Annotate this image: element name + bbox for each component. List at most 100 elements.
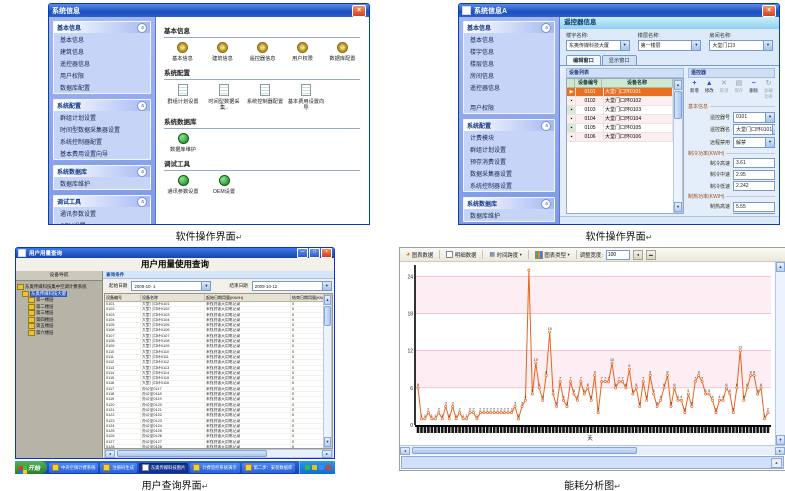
sidebar-item[interactable]: 时间型数据采集器设置: [54, 123, 150, 135]
shortcut-item[interactable]: 时间型数据采集..: [205, 84, 243, 112]
reset-width-button[interactable]: ▬: [646, 250, 656, 260]
时间跨度-button[interactable]: ▦时间跨度▾: [486, 249, 525, 261]
图表类型-button[interactable]: 图表类型▾: [532, 249, 573, 261]
start-date-select[interactable]: 2009-10- 1▾: [131, 281, 211, 291]
sidebar-item[interactable]: 遥控器信息: [464, 81, 554, 93]
shortcut-item[interactable]: 系统控制器配置: [246, 84, 284, 112]
field-select[interactable]: 东奥传媒科技大厦▾: [566, 40, 630, 51]
field-select[interactable]: 第一楼层▾: [638, 40, 702, 51]
sidebar-item[interactable]: 建筑信息: [54, 45, 150, 57]
chevron-up-icon[interactable]: «: [541, 199, 551, 209]
title-bar[interactable]: 系统信息 ×: [49, 4, 369, 17]
sidebar-group-header[interactable]: 基本信息«: [464, 22, 554, 33]
taskbar-button[interactable]: 东奥传媒科技图片: [139, 463, 188, 473]
chevron-down-icon[interactable]: ▾: [765, 113, 774, 122]
scroll-right-icon[interactable]: ►: [322, 450, 332, 458]
shortcut-item[interactable]: 数据库维护: [164, 133, 202, 154]
chevron-down-icon[interactable]: ▾: [201, 282, 210, 290]
tab-显示窗口[interactable]: 显示窗口: [602, 55, 637, 65]
sidebar-item[interactable]: OEM设置: [54, 219, 150, 224]
scroll-down-icon[interactable]: ▼: [674, 202, 682, 212]
sidebar-group-header[interactable]: 系统数据库«: [464, 198, 554, 209]
tab-编辑窗口[interactable]: 编辑窗口: [566, 55, 601, 65]
apply-width-button[interactable]: ◄: [633, 250, 643, 260]
field-select[interactable]: 0101▾: [733, 112, 775, 123]
taskbar-button[interactable]: 第二步：安装数据库: [242, 463, 296, 473]
chevron-down-icon[interactable]: ▾: [322, 282, 331, 290]
scroll-up-icon[interactable]: ▲: [776, 262, 785, 272]
field-input[interactable]: 3.61: [733, 158, 775, 168]
sidebar-item[interactable]: 用户权限: [464, 101, 554, 113]
sidebar-item[interactable]: 数据库维护: [464, 209, 554, 221]
field-input[interactable]: 4.395: [733, 213, 775, 214]
修改-button[interactable]: ▲修改: [705, 80, 714, 94]
删除-button[interactable]: −删除: [749, 80, 758, 94]
sidebar-item[interactable]: 系统控制器配置: [54, 135, 150, 147]
start-button[interactable]: 开始: [15, 461, 47, 474]
shortcut-item[interactable]: OEM设置: [205, 175, 243, 196]
scroll-thumb[interactable]: [674, 91, 682, 119]
sidebar-item[interactable]: 楼层信息: [464, 57, 554, 69]
sidebar-item[interactable]: 通讯参数设置: [54, 207, 150, 219]
maximize-icon[interactable]: □: [309, 248, 320, 258]
blue-status-icon[interactable]: [319, 465, 324, 470]
chevron-down-icon[interactable]: ▾: [691, 41, 700, 50]
sidebar-item[interactable]: 数据库配置: [54, 81, 150, 93]
device-row[interactable]: ▪0102大堂门口环0102: [567, 97, 673, 106]
sidebar-item[interactable]: 数据采集器设置: [464, 167, 554, 179]
sidebar-item[interactable]: 数据库维护: [54, 177, 150, 189]
chevron-up-icon[interactable]: «: [541, 23, 551, 33]
scroll-down-icon[interactable]: ▼: [776, 435, 785, 445]
shortcut-item[interactable]: 建筑信息: [204, 42, 241, 63]
minimize-icon[interactable]: ─: [297, 248, 308, 258]
chevron-up-icon[interactable]: «: [137, 23, 147, 33]
red-status-icon[interactable]: [326, 465, 331, 470]
chevron-up-icon[interactable]: «: [541, 121, 551, 131]
明细数据-button[interactable]: 明细数据: [443, 249, 479, 261]
图表数据-button[interactable]: ◕图表数据: [403, 249, 436, 261]
table-hscrollbar[interactable]: ◄ ►: [104, 449, 333, 458]
sidebar-item[interactable]: 预存消费设置: [464, 155, 554, 167]
scroll-right-icon[interactable]: ►: [775, 447, 785, 455]
device-row[interactable]: ▪0106大堂门口环0106: [567, 133, 673, 142]
collapse-icon[interactable]: ▲: [771, 458, 782, 468]
shortcut-item[interactable]: 通讯参数设置: [164, 175, 202, 196]
sidebar-item[interactable]: 基本信息: [54, 33, 150, 45]
chevron-down-icon[interactable]: ▾: [772, 125, 775, 134]
table-row[interactable]: 0128办公室0128未找到该天用电记录0: [105, 445, 323, 448]
sidebar-item[interactable]: 基本信息: [464, 33, 554, 45]
end-date-select[interactable]: 2009-10-12▾: [252, 281, 332, 291]
device-grid-scrollbar[interactable]: ▲ ▼: [673, 79, 683, 213]
sidebar-item[interactable]: 基本费用设置向导: [54, 147, 150, 159]
field-input[interactable]: 5.55: [733, 202, 775, 212]
chevron-up-icon[interactable]: «: [137, 197, 147, 207]
scroll-thumb[interactable]: [324, 306, 331, 326]
scroll-up-icon[interactable]: ▲: [324, 295, 331, 305]
sidebar-group-header[interactable]: 系统数据库«: [54, 166, 150, 177]
chevron-down-icon[interactable]: ▾: [620, 41, 629, 50]
taskbar-button[interactable]: 注册码生成: [100, 463, 136, 473]
sidebar-item[interactable]: 遥控器信息: [54, 57, 150, 69]
field-input[interactable]: 2.242: [733, 181, 775, 191]
taskbar-button[interactable]: 中央空调计费系统: [49, 463, 98, 473]
chart-hscrollbar[interactable]: ◄ ►: [400, 445, 785, 455]
shortcut-item[interactable]: 群组计划设置: [164, 84, 202, 112]
width-input[interactable]: [606, 250, 630, 260]
shortcut-item[interactable]: 遥控器信息: [244, 42, 281, 63]
shortcut-item[interactable]: 用户权限: [284, 42, 321, 63]
sidebar-item[interactable]: 群组计划设置: [54, 111, 150, 123]
sidebar-item[interactable]: 用户权限: [54, 69, 150, 81]
field-select[interactable]: 解禁▾: [733, 137, 775, 148]
table-vscrollbar[interactable]: ▲ ▼: [323, 294, 332, 448]
close-icon[interactable]: ×: [321, 248, 332, 258]
tree-floor[interactable]: 第六楼层: [17, 330, 101, 337]
yellow-status-icon[interactable]: [312, 465, 317, 470]
scroll-left-icon[interactable]: ◄: [105, 450, 115, 458]
sidebar-item[interactable]: 系统控制器设置: [464, 179, 554, 191]
scroll-thumb[interactable]: [412, 447, 637, 454]
field-select[interactable]: 大堂门口3▾: [709, 40, 773, 51]
sidebar-item[interactable]: 计费模块: [464, 131, 554, 143]
sidebar-item[interactable]: 群组计划设置: [464, 143, 554, 155]
field-select[interactable]: 大堂门口环0101▾: [733, 124, 775, 135]
device-row[interactable]: ▪0105大堂门口环0105: [567, 124, 673, 133]
